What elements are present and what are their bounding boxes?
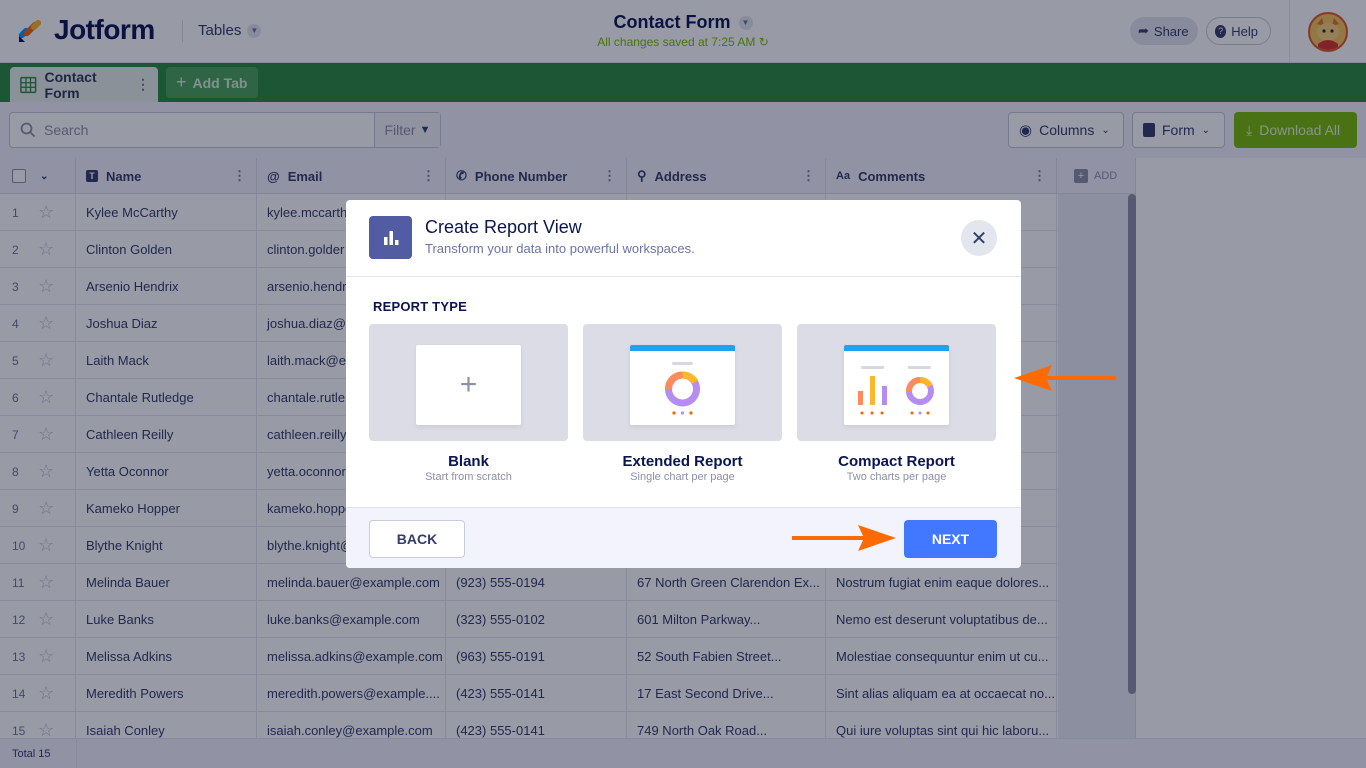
option-title: Extended Report <box>622 453 743 470</box>
modal-footer: BACK NEXT <box>346 507 1021 568</box>
create-report-modal: Create Report View Transform your data i… <box>346 200 1021 568</box>
bar-and-donut-chart-icon <box>858 366 934 415</box>
option-description: Two charts per page <box>846 471 947 483</box>
donut-chart-icon <box>665 362 700 415</box>
report-type-label: REPORT TYPE <box>373 299 467 314</box>
report-option-extended[interactable] <box>583 324 782 441</box>
option-title: Compact Report <box>838 453 955 470</box>
option-description: Single chart per page <box>630 471 735 483</box>
annotation-arrow-left-icon <box>1014 365 1116 391</box>
next-button[interactable]: NEXT <box>904 520 997 558</box>
annotation-arrow-right-icon <box>792 525 896 551</box>
modal-subtitle: Transform your data into powerful worksp… <box>425 241 695 256</box>
report-option-blank[interactable]: + <box>369 324 568 441</box>
option-description: Start from scratch <box>425 471 512 483</box>
back-button[interactable]: BACK <box>369 520 465 558</box>
report-option-compact[interactable] <box>797 324 996 441</box>
modal-header: Create Report View Transform your data i… <box>346 200 1021 277</box>
compact-preview <box>844 345 949 425</box>
close-button[interactable]: ✕ <box>961 220 997 256</box>
close-icon: ✕ <box>970 227 988 250</box>
report-bar-chart-icon <box>369 216 412 259</box>
extended-preview <box>630 345 735 425</box>
option-title: Blank <box>448 453 489 470</box>
plus-icon: + <box>459 368 478 401</box>
modal-title: Create Report View <box>425 217 582 237</box>
blank-preview: + <box>416 345 521 425</box>
